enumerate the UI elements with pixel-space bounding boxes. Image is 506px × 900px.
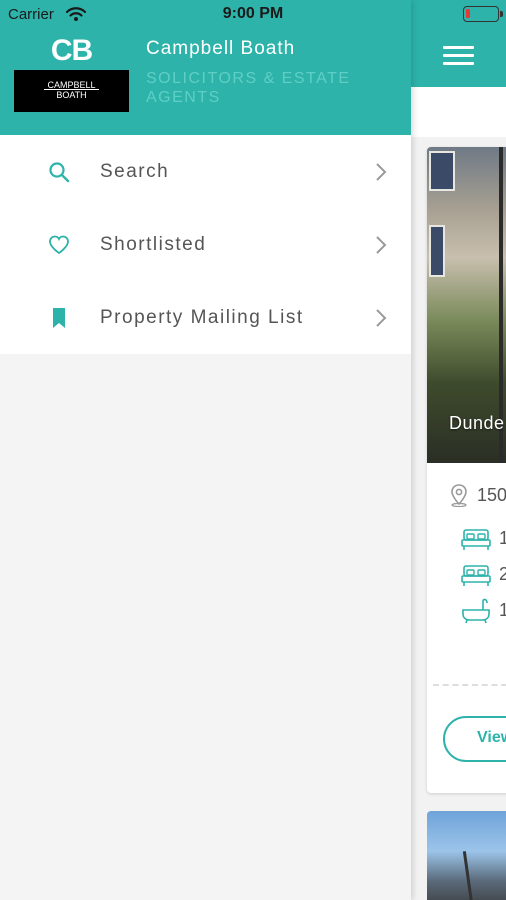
- clock: 9:00 PM: [222, 5, 284, 22]
- navigation-drawer: CB CAMPBELL BOATH Campbell Boath SOLICITO…: [0, 0, 411, 900]
- drawer-menu: Search Shortlisted Property Mailing List: [0, 135, 411, 354]
- chevron-right-icon: [376, 236, 387, 254]
- menu-item-shortlisted[interactable]: Shortlisted: [0, 208, 411, 281]
- property-caption: Dunde: [449, 413, 505, 433]
- bookmark-icon: [53, 308, 65, 328]
- feature-bathrooms: 1: [461, 598, 506, 626]
- menu-item-label: Search: [100, 161, 170, 182]
- company-subtitle: SOLICITORS & ESTATE AGENTS: [146, 70, 351, 106]
- feature-bedrooms: 1: [461, 526, 506, 554]
- property-address: 150: [477, 485, 506, 505]
- property-photo: Dunde: [427, 147, 506, 463]
- property-card[interactable]: Dunde 150 1 2 1 Vie: [427, 147, 506, 793]
- bath-icon: [462, 598, 490, 624]
- menu-item-label: Property Mailing List: [100, 307, 304, 328]
- status-bar: Carrier 9:00 PM: [0, 0, 506, 28]
- bed-icon: [461, 529, 491, 550]
- search-icon: [49, 162, 70, 183]
- menu-item-search[interactable]: Search: [0, 135, 411, 208]
- location-pin-icon: [451, 484, 467, 507]
- heart-icon: [49, 235, 69, 255]
- feature-receptions: 2: [461, 562, 506, 590]
- menu-item-property-mailing-list[interactable]: Property Mailing List: [0, 281, 411, 354]
- property-card-2[interactable]: [427, 811, 506, 900]
- bed-icon: [461, 565, 491, 586]
- hamburger-menu-icon[interactable]: [443, 46, 474, 66]
- company-name: Campbell Boath: [146, 38, 296, 59]
- main-topbar: [411, 87, 506, 137]
- chevron-right-icon: [376, 309, 387, 327]
- chevron-right-icon: [376, 163, 387, 181]
- view-button[interactable]: View: [443, 716, 506, 762]
- company-logo: CB CAMPBELL BOATH: [14, 32, 129, 112]
- card-divider: [433, 684, 506, 686]
- menu-item-label: Shortlisted: [100, 234, 207, 255]
